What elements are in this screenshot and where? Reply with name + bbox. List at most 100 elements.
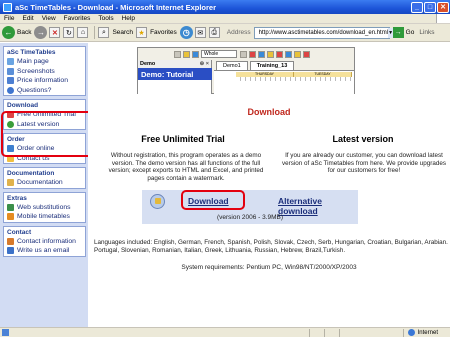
go-label: Go [405,29,415,36]
sidebar-section-documentation: Documentation Documentation [3,167,86,189]
sidebar-item-questions[interactable]: Questions? [4,86,85,96]
zone-label: Internet [417,329,438,336]
download-cd-icon [150,194,165,209]
languages-text: Languages included: English, German, Fre… [94,239,448,254]
sidebar-item-label: Web substitutions [17,203,71,211]
minimize-button[interactable]: _ [411,1,423,13]
status-cell [339,328,340,337]
star-icon: ★ [136,27,148,38]
favorites-label: Favorites [150,29,177,36]
home-icon [7,58,14,66]
search-label: Search [112,29,134,36]
favorites-button[interactable]: ★ Favorites [136,27,177,38]
cart-icon [7,145,14,153]
preview-demo-title: Demo: Tutorial [138,68,212,80]
email-icon [7,247,14,255]
preview-timetable-grid: THURSDAY TUESDAY [214,70,354,94]
sidebar-heading: aSc TimeTables [7,49,56,56]
sidebar-item-price[interactable]: Price information [4,76,85,86]
sidebar-item-contact-us[interactable]: Contact us [4,154,85,164]
search-button[interactable]: ⌕ Search [98,27,133,38]
sidebar-item-label: Latest version [17,120,60,128]
sidebar-item-label: Questions? [17,86,52,94]
back-button[interactable]: ← Back [2,26,31,39]
system-requirements: System requirements: Pentium PC, Win98/N… [181,264,357,271]
back-label: Back [17,29,32,36]
browser-toolbar: ← Back → ✕ ↻ ⌂ ⌕ Search ★ Favorites ◷ ✉ … [0,24,450,42]
sidebar-item-order-online[interactable]: Order online [4,144,85,154]
preview-periods-row [236,77,352,81]
preview-select: Whole [201,50,237,58]
sidebar-item-label: Contact information [17,237,76,245]
sidebar-item-main-page[interactable]: Main page [4,57,85,67]
forward-button[interactable]: → [34,26,48,39]
sidebar-heading: Order [7,136,25,143]
sidebar-item-label: Free Unlimited Trial [17,111,76,119]
sidebar-item-latest-version[interactable]: Latest version [4,120,85,130]
links-button[interactable]: Links [419,29,434,36]
tool-icon [294,50,301,58]
go-button[interactable]: → Go [392,27,415,38]
alternative-download-link[interactable]: Alternative download [278,196,358,216]
sidebar-item-web-substitutions[interactable]: Web substitutions [4,203,85,213]
sidebar: aSc TimeTables Main page Screenshots Pri… [0,43,88,327]
sidebar-item-mobile-timetables[interactable]: Mobile timetables [4,212,85,222]
print-button[interactable]: ⎙ [208,27,220,38]
close-button[interactable]: ✕ [437,1,449,13]
app-screenshot-banner: Whole Demo ⊕ × Demo: Tutorial Demo1 Trai… [137,47,355,94]
sidebar-heading: Extras [7,194,27,202]
sidebar-item-label: Write us an email [17,247,70,255]
phone-icon [7,237,14,245]
preview-tab: Training_13 [249,61,295,70]
maximize-button[interactable]: □ [424,1,436,13]
sidebar-item-documentation[interactable]: Documentation [4,178,85,188]
sidebar-item-contact-information[interactable]: Contact information [4,237,85,247]
sidebar-item-label: Main page [17,58,49,66]
address-value: http://www.asctimetables.com/download_en… [258,29,389,36]
sidebar-item-write-email[interactable]: Write us an email [4,246,85,256]
sidebar-item-label: Documentation [17,179,63,187]
main-content: Whole Demo ⊕ × Demo: Tutorial Demo1 Trai… [88,43,450,327]
demo-close-text: ⊕ × [199,61,209,67]
menu-file[interactable]: File [0,15,18,22]
go-arrow-icon: → [392,27,404,38]
demo-label-text: Demo [140,61,156,67]
menu-favorites[interactable]: Favorites [60,15,95,22]
menu-bar: File Edit View Favorites Tools Help [0,14,450,24]
ie-icon [3,2,12,12]
stop-button[interactable]: ✕ [49,27,61,38]
tool-icon [276,50,283,58]
preview-left-pane: Demo ⊕ × Demo: Tutorial [138,60,212,94]
home-button[interactable]: ⌂ [77,27,89,38]
menu-help[interactable]: Help [118,15,139,22]
security-zone: Internet [402,328,450,337]
book-icon [7,179,14,187]
menu-tools[interactable]: Tools [94,15,117,22]
page-title: Download [247,107,291,117]
undo-icon [240,50,247,58]
menu-view[interactable]: View [38,15,60,22]
window-title-bar: aSc TimeTables - Download - Microsoft In… [0,0,450,14]
menu-edit[interactable]: Edit [18,15,37,22]
preview-toolbar: Whole [174,49,354,59]
trial-description: Without registration, this program opera… [108,152,264,182]
sidebar-section-asc: aSc TimeTables Main page Screenshots Pri… [3,46,86,96]
history-button[interactable]: ◷ [179,26,193,39]
tool-icon [267,50,274,58]
toolbar-separator [94,26,96,39]
globe-icon [407,329,415,336]
refresh-icon [7,120,14,128]
sidebar-item-free-trial[interactable]: Free Unlimited Trial [4,110,85,120]
address-input[interactable]: http://www.asctimetables.com/download_en… [253,26,394,39]
price-icon [7,77,14,85]
refresh-button[interactable]: ↻ [63,27,75,38]
preview-demo-label: Demo ⊕ × [138,60,211,68]
download-link[interactable]: Download [188,196,229,206]
download-box: Download Alternative download (version 2… [142,190,358,224]
status-bar: Internet [0,327,450,337]
mail-button[interactable]: ✉ [194,27,206,38]
trial-title: Free Unlimited Trial [141,134,225,144]
sidebar-item-label: Contact us [17,154,50,162]
sidebar-item-screenshots[interactable]: Screenshots [4,67,85,77]
preview-tab: Demo1 [216,61,248,70]
